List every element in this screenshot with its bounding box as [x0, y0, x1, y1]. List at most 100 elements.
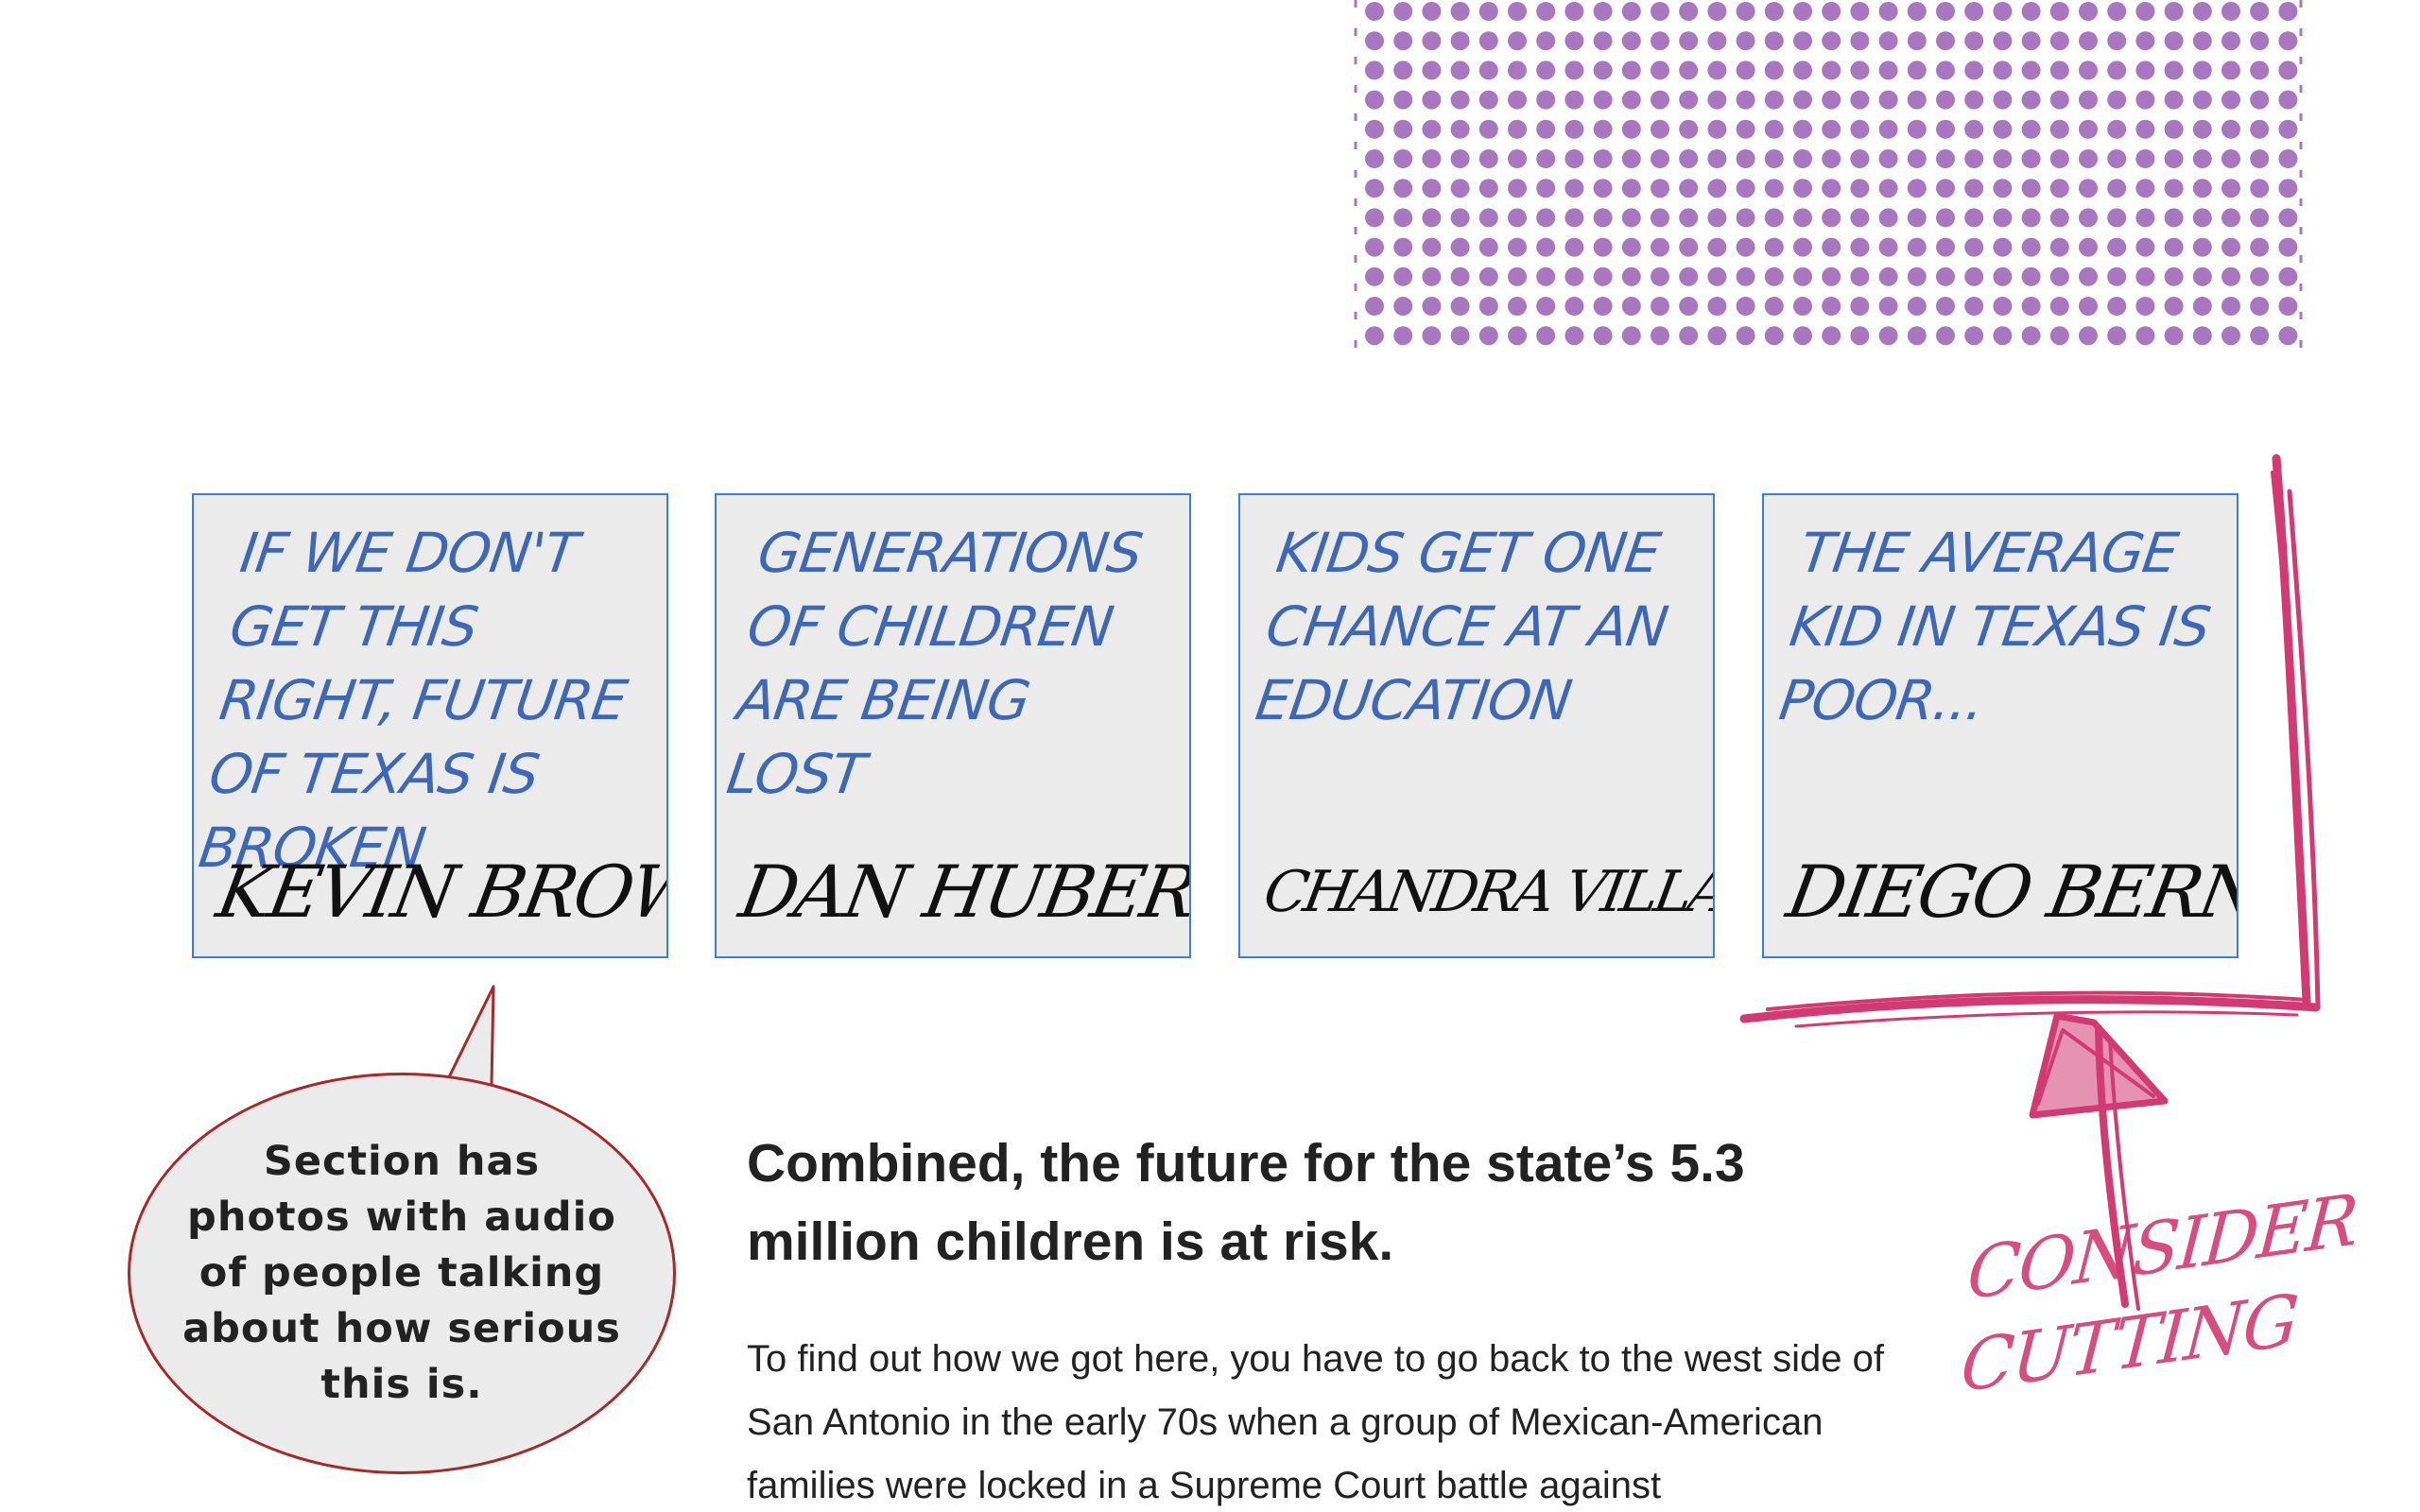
grid-dot — [1593, 2, 1613, 21]
grid-dot — [2107, 326, 2127, 346]
grid-dot — [1621, 60, 1641, 80]
grid-dot — [1508, 297, 1527, 316]
grid-dot — [2221, 208, 2240, 228]
article-headline: Combined, the future for the state’s 5.3… — [747, 1133, 1745, 1272]
grid-dot — [1365, 179, 1384, 198]
grid-dot — [1993, 119, 2013, 139]
grid-dot — [2079, 237, 2098, 257]
card-quote: Kids get one chance at an education — [1252, 521, 1671, 732]
grid-dot — [1422, 237, 1442, 257]
grid-dot — [2192, 297, 2212, 316]
grid-dot — [1736, 237, 1755, 257]
grid-dot — [1936, 237, 1955, 257]
grid-dot — [1564, 60, 1584, 80]
grid-dot — [2250, 326, 2270, 346]
grid-dot — [1679, 90, 1699, 110]
grid-dot — [1793, 237, 1812, 257]
grid-dot — [2049, 266, 2069, 286]
grid-dot — [1764, 60, 1784, 80]
grid-dot — [1564, 149, 1584, 168]
grid-dot — [2221, 266, 2240, 286]
grid-dot — [1478, 266, 1498, 286]
grid-dot — [1964, 208, 1984, 228]
grid-dot — [1793, 2, 1812, 21]
grid-dot — [1536, 90, 1556, 110]
grid-dot — [1393, 90, 1413, 110]
grid-dot — [1679, 60, 1699, 80]
grid-dot — [2135, 326, 2155, 346]
margin-note-consider-cutting: Consider cutting — [1958, 1178, 2360, 1409]
grid-dot — [2107, 208, 2127, 228]
card-quote: If we don't get this right, future of Te… — [195, 521, 631, 880]
grid-dot — [2021, 326, 2041, 346]
grid-dot — [1536, 2, 1556, 21]
grid-dot — [1508, 179, 1527, 198]
grid-dot — [2192, 266, 2212, 286]
grid-dot — [1736, 31, 1755, 51]
quote-card-kevin-brown[interactable]: If we don't get this right, future of Te… — [192, 493, 668, 958]
grid-dot — [2079, 179, 2098, 198]
grid-dot — [1707, 266, 1727, 286]
grid-dot — [2192, 326, 2212, 346]
grid-dot — [1993, 2, 2013, 21]
grid-dot — [1365, 297, 1384, 316]
grid-dot — [1878, 90, 1898, 110]
grid-dot — [2049, 2, 2069, 21]
grid-dot — [1651, 60, 1669, 80]
grid-dot — [1936, 208, 1955, 228]
grid-dot — [1536, 266, 1556, 286]
quote-card-chandra-villanueva[interactable]: Kids get one chance at an education Chan… — [1238, 493, 1715, 958]
grid-dot — [1822, 90, 1841, 110]
grid-dot — [1651, 90, 1669, 110]
grid-dot — [1850, 326, 1870, 346]
grid-dot — [1964, 2, 1984, 21]
grid-dot — [1878, 2, 1898, 21]
grid-dot — [2250, 2, 2270, 21]
grid-dot — [1936, 31, 1955, 51]
grid-dot — [1907, 149, 1927, 168]
grid-dot — [1393, 237, 1413, 257]
grid-dot — [2135, 237, 2155, 257]
article-body: To find out how we got here, you have to… — [747, 1338, 1884, 1506]
grid-dot — [1593, 297, 1613, 316]
grid-dot — [1393, 119, 1413, 139]
grid-dot — [1651, 31, 1669, 51]
grid-dot — [1564, 266, 1584, 286]
grid-dot — [1651, 326, 1669, 346]
grid-dot — [1764, 297, 1784, 316]
grid-dot — [2079, 31, 2098, 51]
grid-dot — [1564, 2, 1584, 21]
grid-dot — [1736, 2, 1755, 21]
grid-dot — [1651, 179, 1669, 198]
grid-dot — [1536, 119, 1556, 139]
grid-dot — [1964, 326, 1984, 346]
grid-dot — [2221, 326, 2240, 346]
grid-dot — [2135, 60, 2155, 80]
grid-dot — [2079, 208, 2098, 228]
grid-dot — [2250, 266, 2270, 286]
grid-dot — [1707, 149, 1727, 168]
grid-dot — [2192, 2, 2212, 21]
grid-dot — [2021, 90, 2041, 110]
grid-dot — [2278, 326, 2298, 346]
quote-card-dan-huberty[interactable]: Generations of children are being lost D… — [715, 493, 1191, 958]
grid-dot — [1450, 31, 1470, 51]
grid-dot — [2135, 31, 2155, 51]
grid-dot — [2021, 297, 2041, 316]
grid-dot — [2278, 179, 2298, 198]
grid-dot — [2278, 149, 2298, 168]
grid-dot — [2107, 266, 2127, 286]
grid-dot — [1536, 297, 1556, 316]
grid-dot — [2221, 60, 2240, 80]
grid-dot — [2021, 149, 2041, 168]
grid-dot — [1707, 208, 1727, 228]
grid-dot — [1964, 90, 1984, 110]
grid-dot — [1536, 149, 1556, 168]
grid-dot — [2278, 208, 2298, 228]
grid-dot — [1450, 297, 1470, 316]
quote-card-diego-bernal[interactable]: The average kid in Texas is poor... Dieg… — [1762, 493, 2238, 958]
card-signature: Kevin Brown — [211, 850, 668, 934]
grid-dot — [1936, 2, 1955, 21]
grid-dot — [2192, 90, 2212, 110]
grid-dot — [2278, 266, 2298, 286]
